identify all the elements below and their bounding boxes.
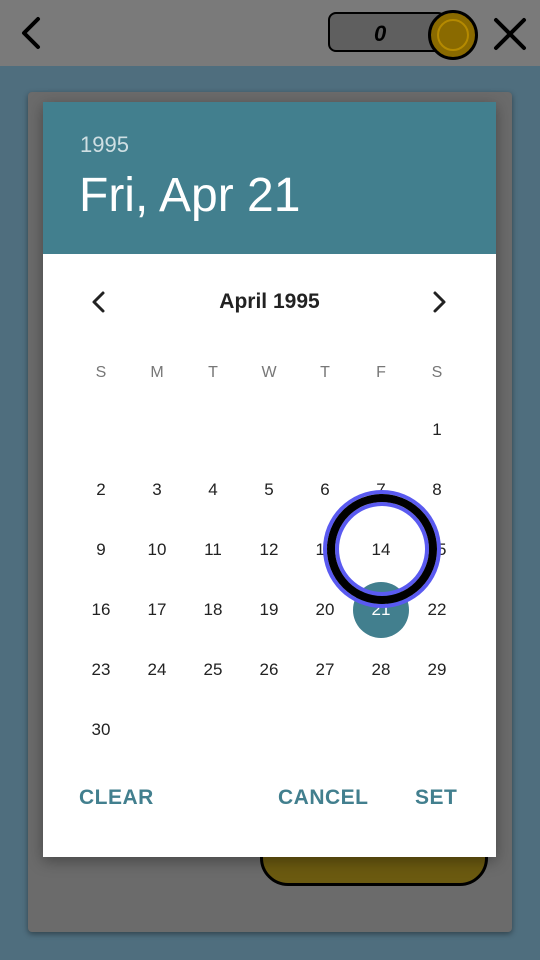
calendar-day[interactable]: 5: [241, 462, 297, 518]
coin-icon: [428, 10, 478, 60]
chevron-left-icon: [22, 17, 40, 49]
calendar-day[interactable]: 16: [73, 582, 129, 638]
calendar-day[interactable]: 8: [409, 462, 465, 518]
calendar-day[interactable]: 27: [297, 642, 353, 698]
weekday-label: W: [261, 364, 277, 381]
calendar-day[interactable]: 3: [129, 462, 185, 518]
calendar-day[interactable]: 10: [129, 522, 185, 578]
close-icon: [494, 18, 526, 50]
calendar-day[interactable]: 22: [409, 582, 465, 638]
weekday-label: S: [95, 364, 107, 381]
calendar-day[interactable]: 9: [73, 522, 129, 578]
calendar-day[interactable]: 23: [73, 642, 129, 698]
calendar-day[interactable]: 20: [297, 582, 353, 638]
calendar-day[interactable]: 26: [241, 642, 297, 698]
calendar-day[interactable]: 13: [297, 522, 353, 578]
set-button[interactable]: SET: [415, 786, 457, 810]
calendar-day[interactable]: 2: [73, 462, 129, 518]
date-picker-header: 1995 Fri, Apr 21: [43, 102, 496, 254]
weekday-label: T: [208, 364, 218, 381]
top-bar: 0: [0, 0, 540, 66]
calendar-day[interactable]: 29: [409, 642, 465, 698]
clear-button[interactable]: CLEAR: [79, 786, 154, 810]
calendar-day[interactable]: 24: [129, 642, 185, 698]
next-month-button[interactable]: [427, 288, 451, 316]
coin-emblem: [437, 19, 469, 51]
calendar-day[interactable]: 18: [185, 582, 241, 638]
back-button[interactable]: [14, 14, 50, 52]
calendar-day[interactable]: 25: [185, 642, 241, 698]
calendar-day[interactable]: 17: [129, 582, 185, 638]
date-picker-dialog: 1995 Fri, Apr 21 April 1995 SMTWTFS 1234…: [43, 102, 496, 857]
weekday-label: T: [320, 364, 330, 381]
coin-count: 0: [374, 21, 387, 46]
calendar-day[interactable]: 4: [185, 462, 241, 518]
close-button[interactable]: [490, 14, 530, 54]
calendar-day[interactable]: 15: [409, 522, 465, 578]
calendar-day[interactable]: 11: [185, 522, 241, 578]
calendar-day[interactable]: 14: [353, 522, 409, 578]
weekday-label: F: [376, 364, 386, 381]
calendar-day[interactable]: 7: [353, 462, 409, 518]
cancel-button[interactable]: CANCEL: [278, 786, 369, 810]
calendar-day-selected[interactable]: 21: [353, 582, 409, 638]
calendar-day[interactable]: 30: [73, 702, 129, 758]
calendar-day[interactable]: 12: [241, 522, 297, 578]
calendar-day[interactable]: 28: [353, 642, 409, 698]
calendar-day[interactable]: 1: [409, 402, 465, 458]
weekday-label: S: [431, 364, 443, 381]
weekday-label: M: [150, 364, 164, 381]
calendar-day[interactable]: 19: [241, 582, 297, 638]
header-selected-date[interactable]: Fri, Apr 21: [79, 168, 300, 223]
chevron-right-icon: [433, 291, 446, 313]
calendar-day[interactable]: 6: [297, 462, 353, 518]
header-year[interactable]: 1995: [80, 132, 129, 158]
